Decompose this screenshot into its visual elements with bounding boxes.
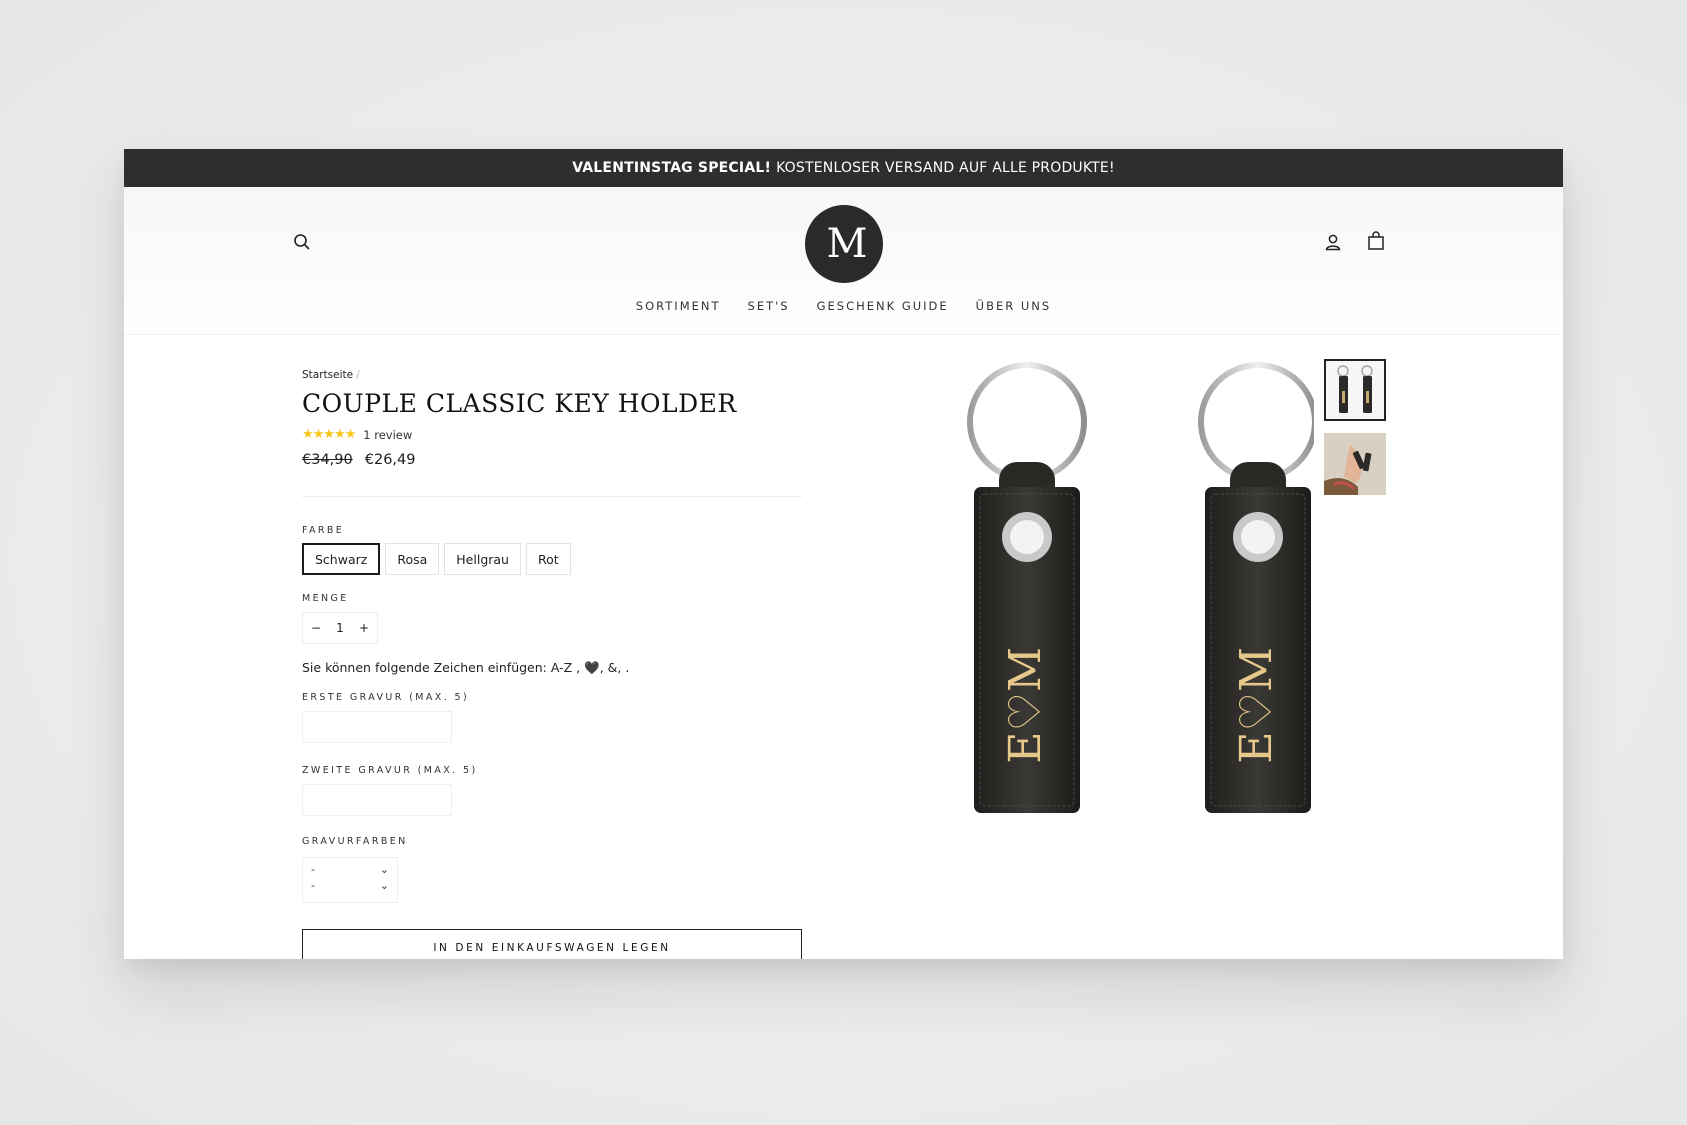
review-count: 1 review [363, 427, 413, 442]
color-label: FARBE [302, 525, 345, 536]
thumbnail-1[interactable] [1324, 359, 1386, 421]
first-engraving-input[interactable] [302, 711, 452, 743]
thumbnail-list [1324, 359, 1386, 507]
price-original: €34,90 [302, 452, 353, 468]
breadcrumb-home[interactable]: Startseite [302, 369, 353, 381]
engraving-color-label: GRAVURFARBEN [302, 836, 408, 847]
color-option-schwarz[interactable]: Schwarz [302, 543, 381, 575]
quantity-label: MENGE [302, 593, 349, 604]
second-engraving-input[interactable] [302, 784, 452, 816]
add-to-cart-button[interactable]: IN DEN EINKAUFSWAGEN LEGEN [302, 929, 802, 959]
nav-item-sets[interactable]: SET'S [748, 299, 790, 313]
divider [302, 496, 802, 497]
quantity-stepper: − 1 + [302, 612, 378, 644]
keyholder-right: E♡M [1198, 362, 1318, 813]
brand-logo[interactable]: M [805, 205, 883, 283]
thumbnail-2[interactable] [1324, 433, 1386, 495]
announcement-bold: VALENTINSTAG SPECIAL! [572, 160, 772, 176]
first-engraving-label: ERSTE GRAVUR (MAX. 5) [302, 692, 470, 703]
qty-increase-button[interactable]: + [357, 621, 371, 635]
engraving-color-value-1: - [311, 863, 315, 876]
nav-item-ueber-uns[interactable]: ÜBER UNS [976, 299, 1052, 313]
product-info: Startseite / COUPLE CLASSIC KEY HOLDER ★★… [302, 369, 802, 903]
account-icon[interactable] [1321, 230, 1345, 254]
engraving-color-value-2: - [311, 879, 315, 892]
product-price: €34,90 €26,49 [302, 452, 802, 468]
announcement-text: KOSTENLOSER VERSAND AUF ALLE PRODUKTE! [776, 160, 1115, 176]
main-nav: SORTIMENT SET'S GESCHENK GUIDE ÜBER UNS [124, 299, 1563, 313]
browser-page: VALENTINSTAG SPECIAL! KOSTENLOSER VERSAN… [124, 149, 1563, 959]
color-option-rosa[interactable]: Rosa [385, 543, 440, 575]
qty-value[interactable]: 1 [333, 621, 347, 635]
site-header: M SORTIMENT SET'S GESCHENK GUIDE ÜBER UN… [124, 187, 1563, 335]
svg-text:E♡M: E♡M [1000, 647, 1051, 764]
color-option-hellgrau[interactable]: Hellgrau [444, 543, 521, 575]
engraving-hint: Sie können folgende Zeichen einfügen: A-… [302, 660, 630, 675]
second-engraving-label: ZWEITE GRAVUR (MAX. 5) [302, 765, 478, 776]
chevron-down-icon: ⌄ [379, 879, 389, 892]
breadcrumb-separator: / [356, 369, 360, 381]
product-section: Startseite / COUPLE CLASSIC KEY HOLDER ★★… [124, 335, 1563, 959]
svg-text:E♡M: E♡M [1231, 647, 1282, 764]
product-image[interactable]: E♡M E♡M [904, 357, 1318, 822]
announcement-bar: VALENTINSTAG SPECIAL! KOSTENLOSER VERSAN… [124, 149, 1563, 187]
qty-decrease-button[interactable]: − [309, 621, 323, 635]
nav-item-geschenk-guide[interactable]: GESCHENK GUIDE [817, 299, 949, 313]
breadcrumb: Startseite / [302, 369, 802, 381]
price-sale: €26,49 [364, 452, 416, 468]
product-rating[interactable]: ★★★★★ 1 review [302, 427, 802, 442]
star-rating-icon: ★★★★★ [302, 427, 356, 442]
search-icon[interactable] [290, 230, 314, 254]
engraving-color-select[interactable]: - ⌄ - ⌄ [302, 857, 398, 903]
product-title: COUPLE CLASSIC KEY HOLDER [302, 389, 737, 418]
color-option-rot[interactable]: Rot [525, 543, 571, 575]
color-options: Schwarz Rosa Hellgrau Rot [302, 543, 802, 575]
cart-icon[interactable] [1364, 229, 1388, 253]
chevron-down-icon: ⌄ [379, 863, 389, 876]
keyholder-left: E♡M [967, 362, 1087, 813]
nav-item-sortiment[interactable]: SORTIMENT [636, 299, 721, 313]
logo-text: M [826, 221, 868, 267]
